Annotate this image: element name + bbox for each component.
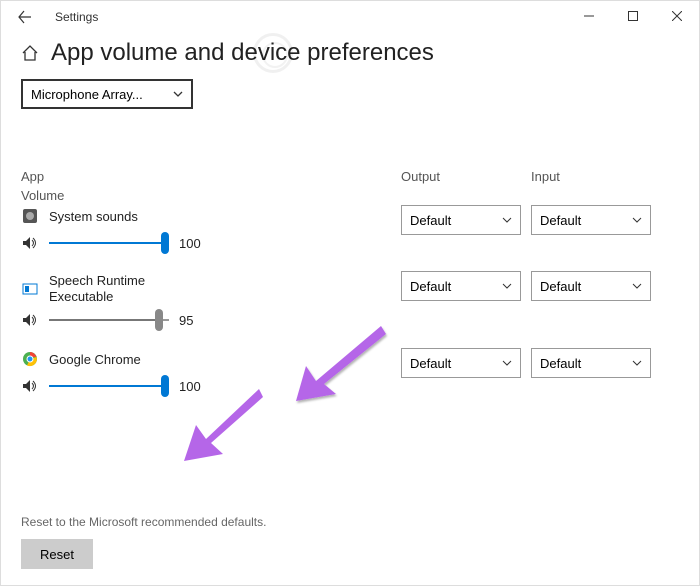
speaker-icon[interactable] [21, 378, 39, 394]
watermark-icon [253, 33, 293, 73]
back-button[interactable] [13, 5, 37, 29]
chevron-down-icon [632, 215, 642, 225]
app-row-google-chrome: Google Chrome Default Default [1, 346, 699, 378]
input-dropdown[interactable]: Default [531, 348, 651, 378]
app-row-speech-runtime: Speech Runtime Executable Default Defaul… [1, 269, 699, 312]
home-icon[interactable] [21, 44, 39, 67]
app-row-system-sounds: System sounds Default Default [1, 203, 699, 235]
window-title: Settings [55, 10, 98, 24]
page-header: App volume and device preferences [1, 33, 699, 79]
maximize-button[interactable] [611, 1, 655, 31]
output-dropdown[interactable]: Default [401, 348, 521, 378]
microphone-dropdown-value: Microphone Array... [31, 87, 143, 102]
volume-slider-row: 95 [1, 312, 699, 346]
volume-value: 100 [179, 236, 209, 251]
columns-header: App Output Input [1, 159, 699, 184]
close-button[interactable] [655, 1, 699, 31]
app-name-label: Speech Runtime Executable [49, 273, 169, 304]
input-dropdown[interactable]: Default [531, 271, 651, 301]
titlebar: Settings [1, 1, 699, 33]
app-name-label: Google Chrome [49, 352, 141, 367]
volume-value: 100 [179, 379, 209, 394]
reset-button[interactable]: Reset [21, 539, 93, 569]
system-sounds-icon [21, 207, 39, 225]
window-controls [567, 1, 699, 31]
app-column-label: App [21, 169, 401, 184]
input-dropdown[interactable]: Default [531, 205, 651, 235]
volume-slider[interactable] [49, 235, 169, 251]
reset-section: Reset to the Microsoft recommended defau… [21, 515, 266, 569]
chevron-down-icon [632, 281, 642, 291]
output-dropdown[interactable]: Default [401, 205, 521, 235]
speech-runtime-icon [21, 280, 39, 298]
chevron-down-icon [502, 215, 512, 225]
chevron-down-icon [173, 89, 183, 99]
app-name-label: System sounds [49, 209, 138, 224]
input-column-label: Input [531, 169, 651, 184]
volume-label: Volume [1, 184, 699, 203]
volume-slider[interactable] [49, 312, 169, 328]
volume-value: 95 [179, 313, 209, 328]
minimize-button[interactable] [567, 1, 611, 31]
speaker-icon[interactable] [21, 235, 39, 251]
chevron-down-icon [502, 358, 512, 368]
chevron-down-icon [502, 281, 512, 291]
volume-slider[interactable] [49, 378, 169, 394]
volume-slider-row: 100 [1, 235, 699, 269]
microphone-dropdown[interactable]: Microphone Array... [21, 79, 193, 109]
volume-slider-row: 100 [1, 378, 699, 412]
speaker-icon[interactable] [21, 312, 39, 328]
chrome-icon [21, 350, 39, 368]
reset-description: Reset to the Microsoft recommended defau… [21, 515, 266, 529]
output-column-label: Output [401, 169, 521, 184]
page-title: App volume and device preferences [51, 39, 434, 67]
output-dropdown[interactable]: Default [401, 271, 521, 301]
chevron-down-icon [632, 358, 642, 368]
